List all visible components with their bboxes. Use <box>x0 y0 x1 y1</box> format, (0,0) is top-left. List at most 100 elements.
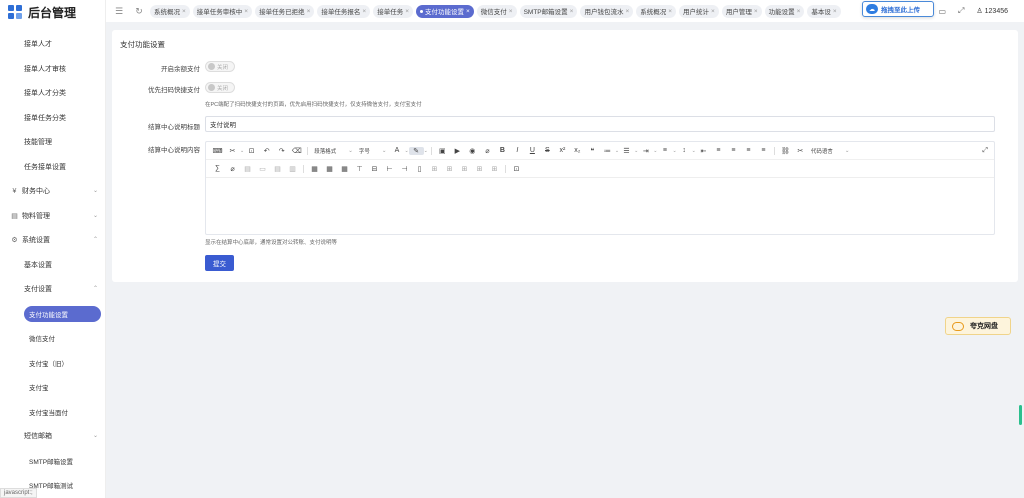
tab[interactable]: 系统概况 × <box>636 4 677 18</box>
image-right-icon[interactable]: ▤ <box>270 165 285 173</box>
editor-content-area[interactable] <box>206 178 994 234</box>
image-inline-icon[interactable]: ▭ <box>255 165 270 173</box>
underline-icon[interactable]: U <box>525 147 540 154</box>
close-icon[interactable]: × <box>668 8 672 15</box>
insert-table-icon[interactable]: ▦ <box>307 165 322 173</box>
chevron-down-icon[interactable]: ⌄ <box>424 148 428 154</box>
sidebar-item[interactable]: 接单任务分类 <box>0 106 106 131</box>
italic-icon[interactable]: I <box>510 147 525 154</box>
tab[interactable]: 接单任务已拒绝 × <box>255 4 315 18</box>
paragraph-spacing-icon[interactable]: ≡ <box>657 147 672 154</box>
video-icon[interactable]: ▶ <box>450 147 465 155</box>
html-icon[interactable]: ⌨ <box>210 147 225 155</box>
eraser-icon[interactable]: ⌫ <box>289 147 304 155</box>
tab[interactable]: SMTP邮箱设置 × <box>519 4 578 18</box>
unordered-list-icon[interactable]: ☰ <box>619 147 634 155</box>
balance-pay-switch[interactable]: 关闭 <box>205 61 235 72</box>
attachment-icon[interactable]: ⌀ <box>480 147 495 155</box>
table-header-icon[interactable]: ▦ <box>322 165 337 173</box>
close-icon[interactable]: × <box>711 8 715 15</box>
close-icon[interactable]: × <box>307 8 311 15</box>
sidebar-item[interactable]: 微信支付 <box>0 326 106 351</box>
brand[interactable]: 后台管理 <box>0 0 105 24</box>
sidebar-item[interactable]: ¥ 财务中心 ⌄ <box>0 179 106 204</box>
tab[interactable]: 功能设置 × <box>764 4 805 18</box>
bold-icon[interactable]: B <box>495 147 510 154</box>
link-icon[interactable]: ⛓ <box>778 147 793 155</box>
sidebar-item[interactable]: 任务接单设置 <box>0 155 106 180</box>
settle-title-input[interactable]: 支付说明 <box>205 116 995 132</box>
highlight-color-icon[interactable]: ✎ <box>408 146 424 155</box>
close-icon[interactable]: × <box>405 8 409 15</box>
split-row-icon[interactable]: ⊞ <box>457 165 472 173</box>
submit-button[interactable]: 提交 <box>205 255 234 271</box>
select-all-icon[interactable]: ⊡ <box>244 147 259 155</box>
sidebar-item[interactable]: 支付宝当面付 <box>0 400 106 425</box>
tab[interactable]: 接单任务 × <box>373 4 413 18</box>
format-painter-icon[interactable]: ✂ <box>225 147 240 155</box>
fullscreen-icon[interactable]: ⤢ <box>982 147 988 155</box>
sidebar-item[interactable]: 支付宝 <box>0 375 106 400</box>
split-column-icon[interactable]: ⊞ <box>472 165 487 173</box>
close-icon[interactable]: × <box>570 8 574 15</box>
attachment-icon[interactable]: ⌀ <box>225 165 240 173</box>
close-icon[interactable]: × <box>362 8 366 15</box>
monitor-icon[interactable]: ▭ <box>938 7 946 16</box>
align-center-icon[interactable]: ≡ <box>726 147 741 154</box>
insert-row-icon[interactable]: ▦ <box>337 165 352 173</box>
delete-table-icon[interactable]: ⊞ <box>487 165 502 173</box>
close-icon[interactable]: × <box>182 8 186 15</box>
redo-icon[interactable]: ↷ <box>274 147 289 155</box>
indent-icon[interactable]: ⇥ <box>638 147 653 155</box>
user-menu[interactable]: ♙ 123456 <box>976 7 1008 15</box>
sidebar-item[interactable]: 接单人才分类 <box>0 81 106 106</box>
fullscreen-icon[interactable]: ⤢ <box>958 6 964 16</box>
image-left-icon[interactable]: ▤ <box>240 165 255 173</box>
tab[interactable]: 支付功能设置 × <box>415 4 474 18</box>
sidebar-item[interactable]: 支付功能设置 <box>0 302 106 327</box>
tab[interactable]: 接单任务报名 × <box>317 4 371 18</box>
tab[interactable]: 系统概况 × <box>150 4 190 18</box>
tab[interactable]: 微信支付 × <box>476 4 517 18</box>
split-cells-icon[interactable]: ⊞ <box>442 165 457 173</box>
refresh-icon[interactable]: ↻ <box>132 4 146 18</box>
help-icon[interactable]: ⊡ <box>509 165 524 173</box>
merge-cells-icon[interactable]: ⊞ <box>427 165 442 173</box>
font-color-icon[interactable]: A <box>389 147 404 154</box>
tab[interactable]: 基本设 × <box>807 4 841 18</box>
sidebar-item[interactable]: ▤ 物料管理 ⌄ <box>0 204 106 229</box>
scroll-indicator[interactable] <box>1019 405 1022 425</box>
tab[interactable]: 用户管理 × <box>721 4 762 18</box>
quark-pan-widget[interactable]: 夸克网盘 <box>945 317 1011 335</box>
insert-row-after-icon[interactable]: ⊤ <box>352 165 367 173</box>
font-size-select[interactable]: 字号 ⌄ <box>359 147 387 155</box>
blockquote-icon[interactable]: ❝ <box>585 147 600 155</box>
strikethrough-icon[interactable]: S <box>540 147 555 154</box>
sidebar-item[interactable]: SMTP邮箱设置 <box>0 449 106 474</box>
close-icon[interactable]: × <box>244 8 248 15</box>
sidebar-item[interactable]: ⚙ 系统设置 ⌃ <box>0 228 106 253</box>
close-icon[interactable]: × <box>754 8 758 15</box>
align-left-icon[interactable]: ≡ <box>711 147 726 154</box>
insert-column-icon[interactable]: ⊢ <box>382 165 397 173</box>
upload-float-widget[interactable]: ☁ 拖拽至此上传 <box>862 1 934 17</box>
close-icon[interactable]: × <box>466 8 470 15</box>
tab[interactable]: 用户统计 × <box>679 4 719 18</box>
align-right-icon[interactable]: ≡ <box>741 147 756 154</box>
subscript-icon[interactable]: x₂ <box>570 147 585 154</box>
code-language-select[interactable]: 代码语言 ⌄ <box>811 147 850 155</box>
sidebar-item[interactable]: 技能管理 <box>0 130 106 155</box>
line-height-icon[interactable]: ↕ <box>677 147 692 154</box>
undo-icon[interactable]: ↶ <box>259 147 274 155</box>
sidebar-item[interactable]: 短信邮箱 ⌄ <box>0 424 106 449</box>
justify-icon[interactable]: ≡ <box>756 147 771 154</box>
outdent-icon[interactable]: ⇤ <box>696 147 711 155</box>
tab[interactable]: 接单任务审核中 × <box>192 4 253 18</box>
delete-column-icon[interactable]: ▯ <box>412 165 427 173</box>
sidebar-item[interactable]: 接单人才审核 <box>0 57 106 82</box>
sidebar-item[interactable]: 基本设置 <box>0 253 106 278</box>
audio-icon[interactable]: ◉ <box>465 147 480 155</box>
image-center-icon[interactable]: ▥ <box>285 165 300 173</box>
close-icon[interactable]: × <box>625 8 629 15</box>
ordered-list-icon[interactable]: ≔ <box>600 147 615 155</box>
